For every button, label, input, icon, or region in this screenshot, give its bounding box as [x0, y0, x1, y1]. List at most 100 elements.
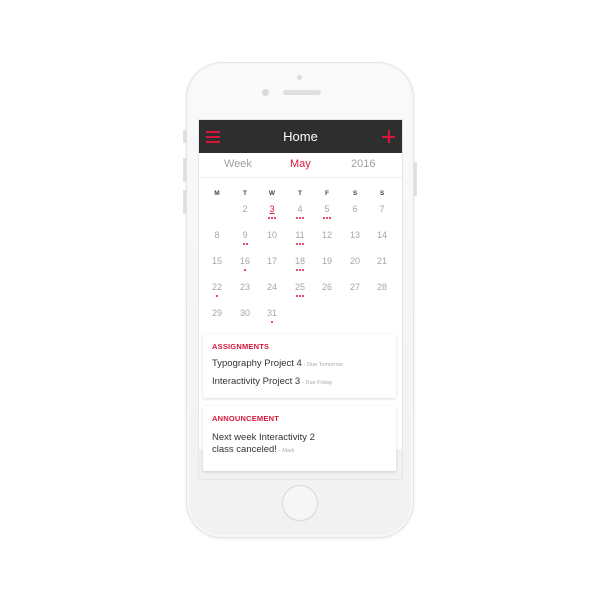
weekday-label: S — [352, 190, 358, 197]
event-dot — [299, 243, 301, 245]
weekday-label: W — [268, 190, 276, 197]
phone-speaker — [283, 90, 321, 95]
page-title: Home — [283, 129, 318, 144]
announcement-title: ANNOUNCEMENT — [212, 414, 279, 423]
view-week-toggle[interactable]: Week — [224, 158, 252, 170]
event-dots — [262, 321, 282, 323]
event-dots — [262, 217, 282, 219]
month-selector[interactable]: May — [290, 158, 311, 170]
calendar-day[interactable]: 24 — [262, 282, 282, 292]
announcement-card: ANNOUNCEMENT Next week Interactivity 2 c… — [203, 406, 396, 471]
event-dot — [296, 217, 298, 219]
event-dots — [317, 217, 337, 219]
weekday-label: T — [298, 190, 302, 197]
weekday-label: T — [243, 190, 247, 197]
front-camera — [262, 89, 269, 96]
calendar-header: Week May 2016 — [199, 153, 402, 177]
calendar-day[interactable]: 21 — [372, 256, 392, 266]
event-dots — [235, 243, 255, 245]
add-icon[interactable] — [382, 130, 395, 143]
calendar-day[interactable]: 10 — [262, 230, 282, 240]
assignment-due: - Due Tomorrow — [303, 362, 343, 368]
calendar-day[interactable]: 15 — [207, 256, 227, 266]
event-dots — [290, 295, 310, 297]
calendar-day[interactable]: 23 — [235, 282, 255, 292]
home-button[interactable] — [282, 485, 318, 521]
event-dot — [271, 321, 273, 323]
calendar-day[interactable]: 5 — [317, 204, 337, 214]
weekday-label: M — [214, 190, 220, 197]
event-dots — [207, 295, 227, 297]
event-dot — [296, 269, 298, 271]
event-dot — [242, 243, 245, 245]
year-selector[interactable]: 2016 — [351, 158, 375, 170]
event-dot — [296, 243, 298, 245]
event-dot — [271, 217, 273, 219]
assignment-name: Typography Project 4 — [212, 358, 302, 369]
announcement-text-end: class canceled! — [212, 444, 277, 455]
announcement-text-line1: Next week Interactivity 2 — [212, 432, 315, 443]
event-dot — [244, 269, 246, 271]
calendar: Week May 2016 M T W T F S S 2 3 4 5 6 7 8 9 10 11 12 13 14 1… — [199, 153, 402, 449]
event-dot — [299, 269, 301, 271]
assignment-due: - Due Friday — [302, 380, 333, 386]
calendar-day[interactable]: 12 — [317, 230, 337, 240]
calendar-day[interactable]: 28 — [372, 282, 392, 292]
calendar-day[interactable]: 7 — [372, 204, 392, 214]
calendar-day[interactable]: 17 — [262, 256, 282, 266]
event-dot — [299, 217, 301, 219]
calendar-day[interactable]: 31 — [262, 308, 282, 318]
calendar-day[interactable]: 25 — [290, 282, 310, 292]
assignments-card: ASSIGNMENTS Typography Project 4- Due To… — [203, 334, 396, 398]
event-dot — [268, 217, 270, 219]
event-dots — [290, 217, 310, 219]
phone-screen: Home Week May 2016 M T W T F S S 2 3 4 5 6 7 8 9 10 11 12… — [199, 120, 402, 479]
calendar-divider — [199, 177, 402, 178]
calendar-day[interactable]: 11 — [290, 230, 310, 240]
weekday-label: S — [379, 190, 385, 197]
calendar-day[interactable]: 26 — [317, 282, 337, 292]
event-dots — [290, 243, 310, 245]
calendar-day[interactable]: 3 — [262, 204, 282, 214]
event-dot — [302, 243, 304, 245]
phone-power-button — [414, 162, 417, 196]
event-dots — [290, 269, 310, 271]
event-dot — [323, 217, 325, 219]
calendar-day[interactable]: 6 — [345, 204, 365, 214]
navbar: Home — [199, 120, 402, 153]
assignment-name: Interactivity Project 3 — [212, 376, 301, 387]
assignments-title: ASSIGNMENTS — [212, 342, 270, 351]
assignment-item[interactable]: Interactivity Project 3- Due Friday — [212, 376, 332, 387]
assignment-item[interactable]: Typography Project 4- Due Tomorrow — [212, 358, 343, 369]
calendar-day[interactable]: 9 — [235, 230, 255, 240]
announcement-text-line2: class canceled! - Mark — [212, 444, 295, 455]
calendar-day[interactable]: 8 — [207, 230, 227, 240]
event-dot — [326, 217, 328, 219]
announcement-author: - Mark — [278, 448, 295, 454]
calendar-day[interactable]: 20 — [345, 256, 365, 266]
event-dot — [302, 295, 304, 297]
calendar-day[interactable]: 22 — [207, 282, 227, 292]
calendar-day[interactable]: 19 — [317, 256, 337, 266]
weekday-label: F — [325, 190, 329, 197]
event-dot — [245, 243, 248, 245]
calendar-day[interactable]: 13 — [345, 230, 365, 240]
calendar-day[interactable]: 27 — [345, 282, 365, 292]
event-dots — [235, 269, 255, 271]
menu-icon[interactable] — [206, 131, 220, 143]
calendar-day[interactable]: 18 — [290, 256, 310, 266]
event-dot — [296, 295, 298, 297]
calendar-day[interactable]: 4 — [290, 204, 310, 214]
calendar-day[interactable]: 16 — [235, 256, 255, 266]
calendar-day[interactable]: 30 — [235, 308, 255, 318]
event-dot — [216, 295, 218, 297]
event-dot — [302, 269, 304, 271]
calendar-day[interactable]: 2 — [235, 204, 255, 214]
phone-sensor — [297, 75, 302, 80]
calendar-day[interactable]: 14 — [372, 230, 392, 240]
calendar-day[interactable]: 29 — [207, 308, 227, 318]
event-dot — [329, 217, 331, 219]
event-dot — [299, 295, 301, 297]
event-dot — [274, 217, 276, 219]
event-dot — [302, 217, 304, 219]
